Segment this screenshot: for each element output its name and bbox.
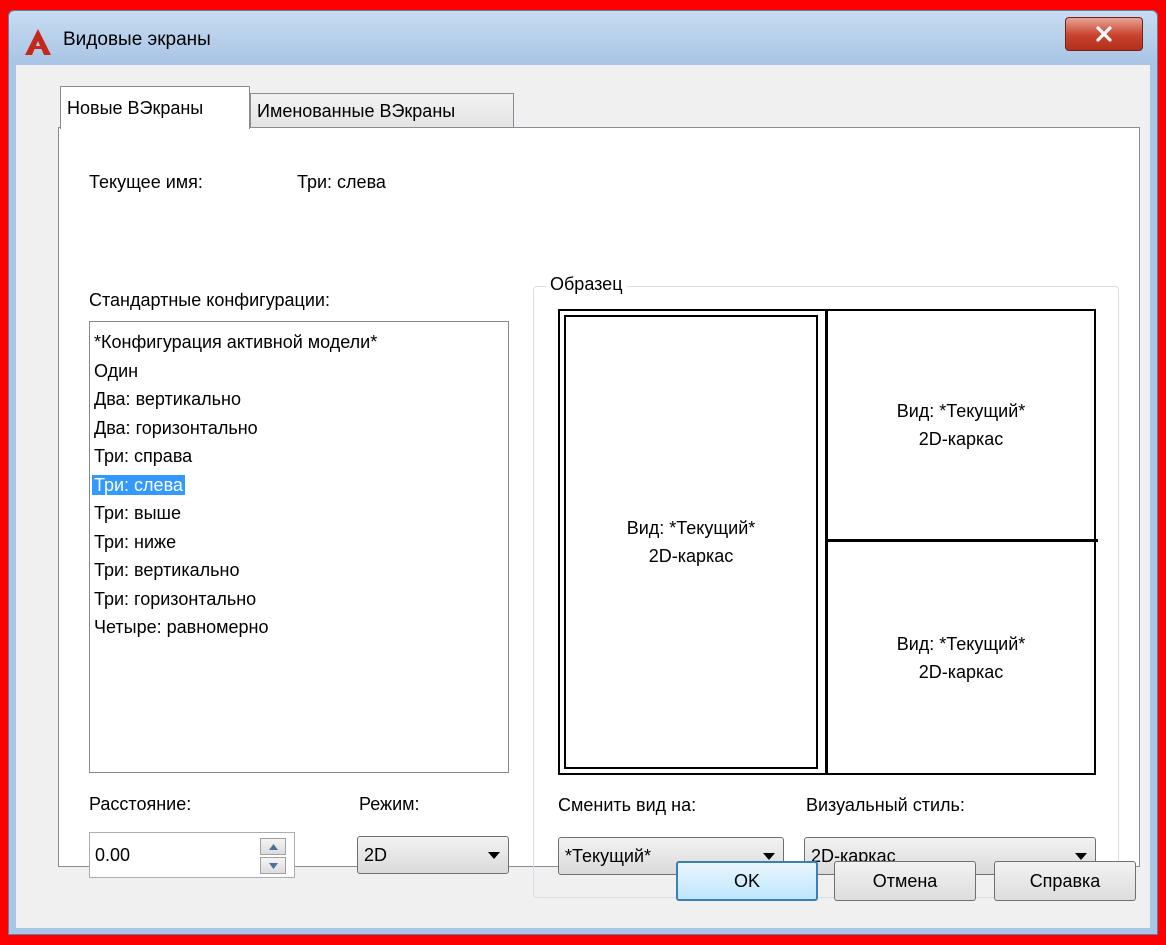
help-button[interactable]: Справка bbox=[994, 861, 1136, 901]
viewport-preview: Вид: *Текущий* 2D-каркас Вид: *Текущий* … bbox=[558, 309, 1098, 775]
autocad-logo-icon bbox=[25, 29, 51, 55]
visual-style-label: Визуальный стиль: bbox=[806, 795, 965, 815]
viewport-top-right-style: 2D-каркас bbox=[918, 429, 1004, 449]
arrow-up-icon bbox=[268, 843, 278, 850]
dialog-body: Новые ВЭкраны Именованные ВЭкраны Текуще… bbox=[16, 65, 1150, 928]
title-bar[interactable]: Видовые экраны bbox=[9, 11, 1157, 65]
chevron-down-icon bbox=[1067, 852, 1095, 860]
viewport-left-view: Вид: *Текущий* bbox=[626, 518, 756, 538]
spacing-stepper[interactable] bbox=[260, 838, 286, 874]
viewports-dialog: Видовые экраны Новые ВЭкраны Именованные… bbox=[8, 10, 1158, 935]
mode-value: 2D bbox=[364, 844, 388, 865]
stepper-down-button[interactable] bbox=[260, 857, 286, 874]
chevron-down-icon bbox=[480, 851, 508, 859]
list-item[interactable]: Два: горизонтально bbox=[90, 414, 508, 443]
window-title: Видовые экраны bbox=[63, 29, 211, 50]
preview-group: Образец Вид: *Текущий* 2D-каркас Вид: *Т… bbox=[533, 274, 1119, 898]
list-item[interactable]: *Конфигурация активной модели* bbox=[90, 328, 508, 357]
viewport-top-right[interactable]: Вид: *Текущий* 2D-каркас bbox=[828, 311, 1094, 539]
standard-configs-list[interactable]: *Конфигурация активной модели* Один Два:… bbox=[89, 321, 509, 773]
viewport-bottom-right-style: 2D-каркас bbox=[918, 661, 1004, 682]
ok-button[interactable]: OK bbox=[676, 861, 818, 901]
list-item[interactable]: Три: ниже bbox=[90, 528, 508, 557]
chevron-down-icon bbox=[755, 852, 783, 860]
viewport-bottom-right[interactable]: Вид: *Текущий* 2D-каркас bbox=[828, 542, 1094, 773]
preview-label: Образец bbox=[546, 274, 627, 295]
viewport-left[interactable]: Вид: *Текущий* 2D-каркас bbox=[564, 315, 818, 769]
list-item[interactable]: Два: вертикально bbox=[90, 385, 508, 414]
spacing-input[interactable]: 0.00 bbox=[89, 832, 295, 878]
close-icon bbox=[1096, 26, 1112, 42]
list-item[interactable]: Один bbox=[90, 357, 508, 386]
mode-label: Режим: bbox=[359, 794, 420, 814]
tab-new-viewports[interactable]: Новые ВЭкраны bbox=[60, 86, 250, 129]
current-name-label: Текущее имя: bbox=[89, 172, 203, 192]
tab-named-viewports[interactable]: Именованные ВЭкраны bbox=[250, 93, 514, 129]
list-item-selected[interactable]: Три: слева bbox=[90, 471, 508, 500]
spacing-value: 0.00 bbox=[95, 844, 131, 865]
standard-configs-label: Стандартные конфигурации: bbox=[89, 290, 330, 310]
list-item[interactable]: Три: выше bbox=[90, 499, 508, 528]
mode-dropdown[interactable]: 2D bbox=[357, 836, 509, 874]
viewport-top-right-view: Вид: *Текущий* bbox=[896, 401, 1026, 421]
viewport-left-style: 2D-каркас bbox=[648, 546, 734, 566]
list-item[interactable]: Три: справа bbox=[90, 442, 508, 471]
arrow-down-icon bbox=[268, 862, 278, 869]
spacing-label: Расстояние: bbox=[89, 794, 192, 814]
current-name-value: Три: слева bbox=[297, 172, 386, 192]
change-view-label: Сменить вид на: bbox=[558, 795, 697, 815]
tab-panel-new-viewports: Текущее имя: Три: слева Стандартные конф… bbox=[58, 127, 1140, 898]
cancel-button[interactable]: Отмена bbox=[834, 861, 976, 901]
list-item[interactable]: Три: вертикально bbox=[90, 556, 508, 585]
stepper-up-button[interactable] bbox=[260, 838, 286, 855]
list-item[interactable]: Четыре: равномерно bbox=[90, 613, 508, 642]
viewport-bottom-right-view: Вид: *Текущий* bbox=[896, 633, 1026, 654]
list-item[interactable]: Три: горизонтально bbox=[90, 585, 508, 614]
close-button[interactable] bbox=[1065, 17, 1143, 51]
